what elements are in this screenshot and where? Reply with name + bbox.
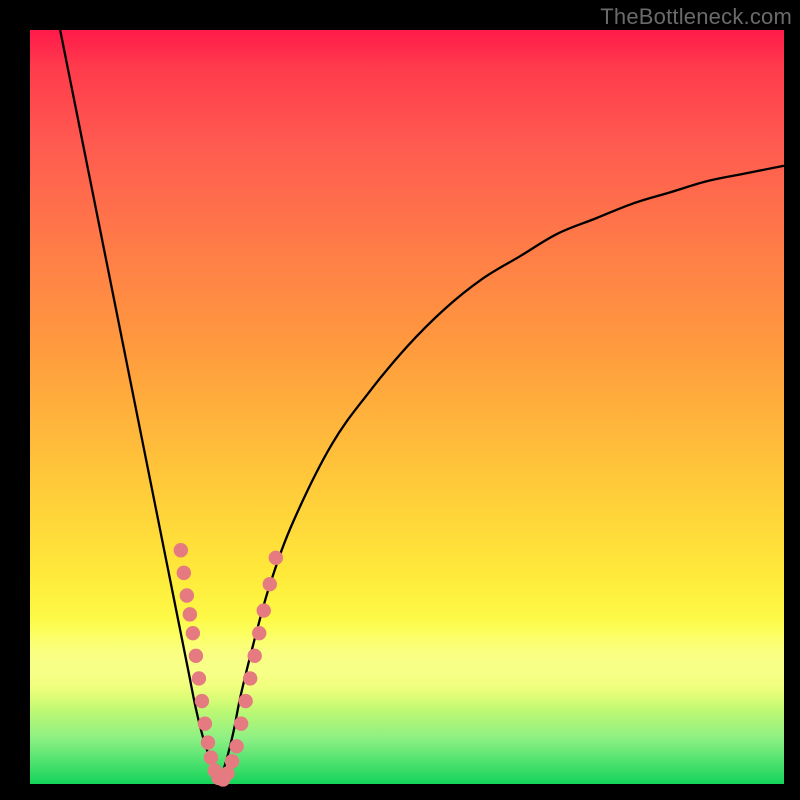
watermark-text: TheBottleneck.com: [600, 4, 792, 30]
highlight-dot: [183, 607, 197, 621]
highlight-dot: [269, 551, 283, 565]
highlight-dot: [238, 694, 252, 708]
highlight-dot: [252, 626, 266, 640]
highlight-dot: [243, 671, 257, 685]
highlight-dot: [180, 588, 194, 602]
highlight-dot: [229, 739, 243, 753]
curve-layer: [30, 30, 784, 784]
highlight-dot: [198, 716, 212, 730]
highlight-dot: [204, 750, 218, 764]
highlight-dot: [189, 649, 203, 663]
highlight-dot: [234, 716, 248, 730]
highlight-dot: [174, 543, 188, 557]
highlight-dot: [192, 671, 206, 685]
highlight-dot: [177, 566, 191, 580]
highlight-dot: [195, 694, 209, 708]
highlight-dot: [201, 735, 215, 749]
curve-right-branch: [219, 166, 785, 784]
highlight-dot: [247, 649, 261, 663]
highlight-dot: [186, 626, 200, 640]
chart-frame: TheBottleneck.com: [0, 0, 800, 800]
curve-left-branch: [60, 30, 218, 784]
highlight-dot: [225, 754, 239, 768]
highlight-dot: [257, 603, 271, 617]
highlight-dot: [263, 577, 277, 591]
